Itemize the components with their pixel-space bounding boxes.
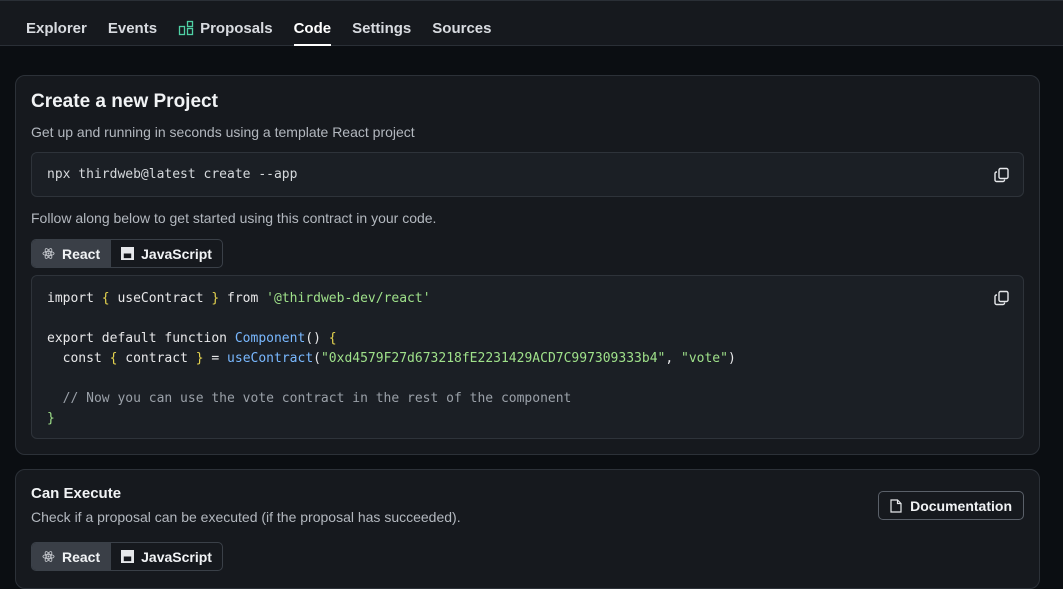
code-token: } [195,351,204,366]
tab-label: Explorer [26,19,87,37]
code-token: , [665,351,681,366]
tab-sources[interactable]: Sources [432,18,491,38]
language-tabs: React JavaScript [31,542,223,571]
tab-react[interactable]: React [32,240,111,267]
code-token: contract [117,351,196,366]
tab-javascript[interactable]: JavaScript [110,240,222,267]
code-token: import [47,291,94,306]
tab-label: React [62,245,101,262]
tab-react[interactable]: React [32,543,111,570]
code-content: import { useContract } from '@thirdweb-d… [47,289,736,429]
code-token: useContract [109,291,212,306]
javascript-icon [121,247,135,260]
tab-explorer[interactable]: Explorer [26,18,87,38]
tab-label: Events [107,19,158,37]
code-token: { [328,331,337,346]
react-icon [42,248,55,259]
code-token: from [219,291,267,306]
code-token: ( [313,351,321,366]
code-block: import { useContract } from '@thirdweb-d… [31,275,1024,439]
card-description: Get up and running in seconds using a te… [31,124,415,140]
code-token: export default function [47,331,235,346]
card-title: Can Execute [31,485,122,502]
copy-icon[interactable] [993,166,1011,184]
code-comment: // Now you can use the vote contract in … [47,391,572,406]
document-icon [890,498,902,513]
create-project-card: Create a new Project Get up and running … [15,75,1040,455]
code-token: = [203,351,228,366]
code-token: } [47,411,55,426]
code-token: ) [727,351,736,366]
proposals-icon [178,20,194,36]
tab-bar: Explorer Events Proposals Code Settings … [26,18,512,46]
code-token: useContract [227,351,314,366]
tab-settings[interactable]: Settings [352,18,411,38]
tab-label: Sources [432,19,492,37]
code-token: "vote" [681,351,728,366]
documentation-button[interactable]: Documentation [878,491,1024,520]
tab-code[interactable]: Code [293,18,332,46]
follow-along-text: Follow along below to get started using … [31,210,437,226]
code-token: Component [234,331,306,346]
code-token: { [101,291,110,306]
card-description: Check if a proposal can be executed (if … [31,509,461,525]
command-box: npx thirdweb@latest create --app [31,152,1024,197]
tab-label: Proposals [200,19,273,37]
can-execute-card: Can Execute Check if a proposal can be e… [15,469,1040,589]
tab-label: JavaScript [141,245,212,262]
tab-javascript[interactable]: JavaScript [110,543,222,570]
code-token: "0xd4579F27d673218fE2231429ACD7C99730933… [320,351,666,366]
top-navigation: Explorer Events Proposals Code Settings … [0,0,1063,46]
tab-label: React [62,548,101,565]
code-token: const [47,351,110,366]
copy-icon[interactable] [993,289,1011,307]
tab-label: JavaScript [141,548,212,565]
card-title: Create a new Project [31,91,218,112]
tab-label: Settings [352,19,412,37]
button-label: Documentation [910,497,1012,514]
language-tabs: React JavaScript [31,239,223,268]
tab-events[interactable]: Events [108,18,157,38]
tab-proposals[interactable]: Proposals [178,18,273,38]
command-text: npx thirdweb@latest create --app [47,167,298,182]
tab-label: Code [293,19,332,37]
code-token: '@thirdweb-dev/react' [266,291,431,306]
code-token: () [305,331,329,346]
